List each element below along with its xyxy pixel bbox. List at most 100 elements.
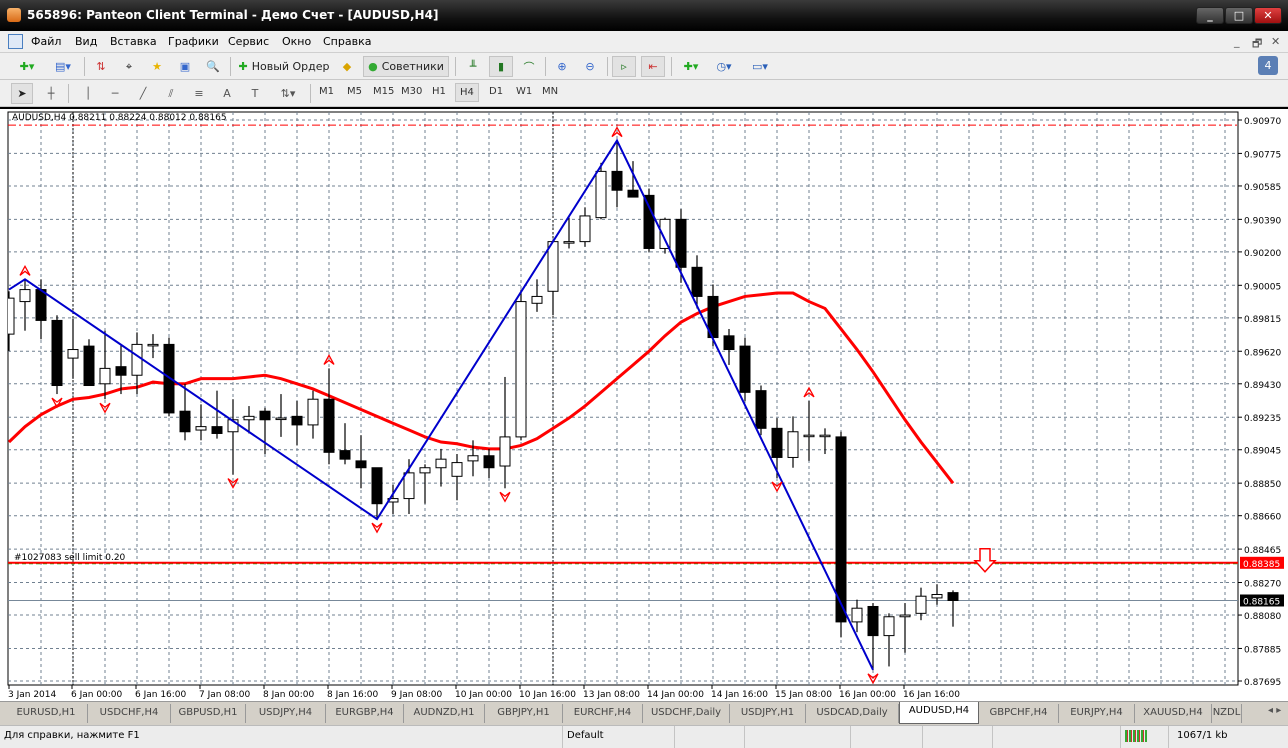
order-label: #1027083 sell limit 0.20: [14, 553, 126, 563]
alert-icon[interactable]: ◆: [337, 56, 357, 77]
candle-body: [435, 458, 447, 469]
periods-clock-icon[interactable]: ◷▾: [710, 56, 738, 77]
chart-tab[interactable]: EURUSD,H1: [5, 704, 88, 723]
zoom-out-icon[interactable]: ⊖: [579, 56, 601, 77]
favorites-icon[interactable]: ★: [146, 56, 168, 77]
candle-body: [595, 170, 607, 219]
new-order-button[interactable]: ✚ Новый Ордер: [236, 56, 332, 77]
chart-tab[interactable]: USDCHF,H4: [88, 704, 171, 723]
chart-tab[interactable]: EURJPY,H4: [1059, 704, 1135, 723]
trendline-icon[interactable]: ╱: [132, 83, 154, 104]
price-axis-label: 0.87885: [1244, 645, 1281, 655]
notifications-badge[interactable]: 4: [1258, 56, 1278, 75]
minimize-button[interactable]: _: [1196, 7, 1224, 24]
timeframe-h4[interactable]: H4: [455, 83, 479, 102]
chart-tab[interactable]: USDCHF,Daily: [643, 704, 730, 723]
vertical-line-icon[interactable]: │: [78, 83, 98, 104]
candle-body: [259, 410, 271, 421]
market-watch-icon[interactable]: ⇅: [90, 56, 112, 77]
text-label-icon[interactable]: T: [244, 83, 266, 104]
candle-body: [115, 366, 127, 376]
arrows-icon[interactable]: ⇅▾: [274, 83, 302, 104]
timeframe-h1[interactable]: H1: [432, 86, 446, 97]
candle-body: [755, 390, 767, 429]
menu-help[interactable]: Справка: [323, 35, 371, 48]
chart-tab[interactable]: USDJPY,H1: [730, 704, 806, 723]
tab-scroll-arrows-icon[interactable]: ◂ ▸: [1268, 705, 1281, 716]
menu-insert[interactable]: Вставка: [110, 35, 157, 48]
chart-tab[interactable]: GBPJPY,H1: [485, 704, 563, 723]
terminal-icon[interactable]: ▣: [174, 56, 196, 77]
separator: [310, 84, 311, 103]
chart-tab[interactable]: GBPCHF,H4: [979, 704, 1059, 723]
new-chart-icon[interactable]: ✚▾: [12, 56, 42, 77]
horizontal-line-icon[interactable]: ─: [104, 83, 126, 104]
bar-chart-icon[interactable]: ╨: [462, 56, 484, 77]
chart-tab[interactable]: AUDUSD,H4: [899, 702, 979, 724]
chart-tab[interactable]: XAUUSD,H4: [1135, 704, 1212, 723]
status-profile: Default: [562, 726, 674, 748]
crosshair-navigator-icon[interactable]: ⌖: [118, 56, 140, 77]
child-minimize-button[interactable]: _: [1234, 35, 1240, 48]
candlestick-chart-icon[interactable]: ▮: [489, 56, 513, 77]
menu-tools[interactable]: Сервис: [228, 35, 269, 48]
price-axis-label: 0.88270: [1244, 580, 1281, 590]
equidistant-channel-icon[interactable]: ⫽: [160, 83, 182, 104]
experts-button[interactable]: ● Советники: [363, 56, 449, 77]
templates-icon[interactable]: ▭▾: [745, 56, 775, 77]
status-cell: [922, 726, 992, 748]
timeframe-d1[interactable]: D1: [489, 86, 503, 97]
auto-scroll-icon[interactable]: ▹: [612, 56, 636, 77]
timeframe-m5[interactable]: M5: [347, 86, 362, 97]
timeframe-m1[interactable]: M1: [319, 86, 334, 97]
price-chart[interactable]: 0.90970 0.90775 0.90585 0.90390 0.90200 0.900…: [0, 109, 1288, 701]
indicators-icon[interactable]: ✚▾: [677, 56, 705, 77]
candle-body: [147, 343, 159, 347]
timeframe-m15[interactable]: M15: [373, 86, 394, 97]
zoom-in-icon[interactable]: ⊕: [551, 56, 573, 77]
candle-body: [451, 462, 463, 477]
chart-tab[interactable]: EURCHF,H4: [563, 704, 643, 723]
strategy-tester-icon[interactable]: 🔍: [202, 56, 224, 77]
chart-tab[interactable]: USDJPY,H4: [246, 704, 326, 723]
menu-window[interactable]: Окно: [282, 35, 311, 48]
time-axis-label: 3 Jan 2014: [8, 690, 56, 700]
chart-tab[interactable]: AUDNZD,H1: [404, 704, 485, 723]
chart-tab[interactable]: GBPUSD,H1: [171, 704, 246, 723]
price-axis-label: 0.89045: [1244, 447, 1281, 457]
timeframe-m30[interactable]: M30: [401, 86, 422, 97]
crosshair-icon[interactable]: ┼: [40, 83, 62, 104]
chart-shift-icon[interactable]: ⇤: [641, 56, 665, 77]
price-axis-label: 0.89815: [1244, 315, 1281, 325]
candle-body: [947, 592, 959, 601]
text-icon[interactable]: A: [216, 83, 238, 104]
chart-tab[interactable]: EURGBP,H4: [326, 704, 404, 723]
child-close-button[interactable]: ✕: [1271, 35, 1280, 48]
line-chart-icon[interactable]: ⌒: [518, 56, 540, 77]
new-order-label: Новый Ордер: [251, 60, 330, 73]
candle-body: [675, 218, 687, 268]
chart-tab[interactable]: USDCAD,Daily: [806, 704, 899, 723]
close-button[interactable]: ✕: [1254, 7, 1282, 24]
plot-frame: [7, 111, 1239, 686]
chart-tab[interactable]: NZDL: [1212, 704, 1242, 723]
price-axis-label: 0.89235: [1244, 414, 1281, 424]
candle-body: [83, 345, 95, 387]
separator: [545, 57, 546, 76]
candle-body: [931, 593, 943, 599]
menu-charts[interactable]: Графики: [168, 35, 219, 48]
candle-body: [355, 460, 367, 469]
candle-body: [563, 241, 575, 244]
chart-window[interactable]: 0.90970 0.90775 0.90585 0.90390 0.90200 0.900…: [0, 107, 1288, 701]
menu-file[interactable]: Файл: [31, 35, 61, 48]
timeframe-mn[interactable]: MN: [542, 86, 558, 97]
menu-view[interactable]: Вид: [75, 35, 97, 48]
timeframe-w1[interactable]: W1: [516, 86, 532, 97]
fibonacci-icon[interactable]: ≡: [188, 83, 210, 104]
maximize-button[interactable]: □: [1225, 7, 1253, 24]
child-restore-button[interactable]: 🗗: [1252, 35, 1262, 54]
status-traffic: 1067/1 kb: [1168, 726, 1288, 748]
candle-body: [339, 450, 351, 460]
profiles-icon[interactable]: ▤▾: [48, 56, 78, 77]
cursor-icon[interactable]: ➤: [11, 83, 33, 104]
